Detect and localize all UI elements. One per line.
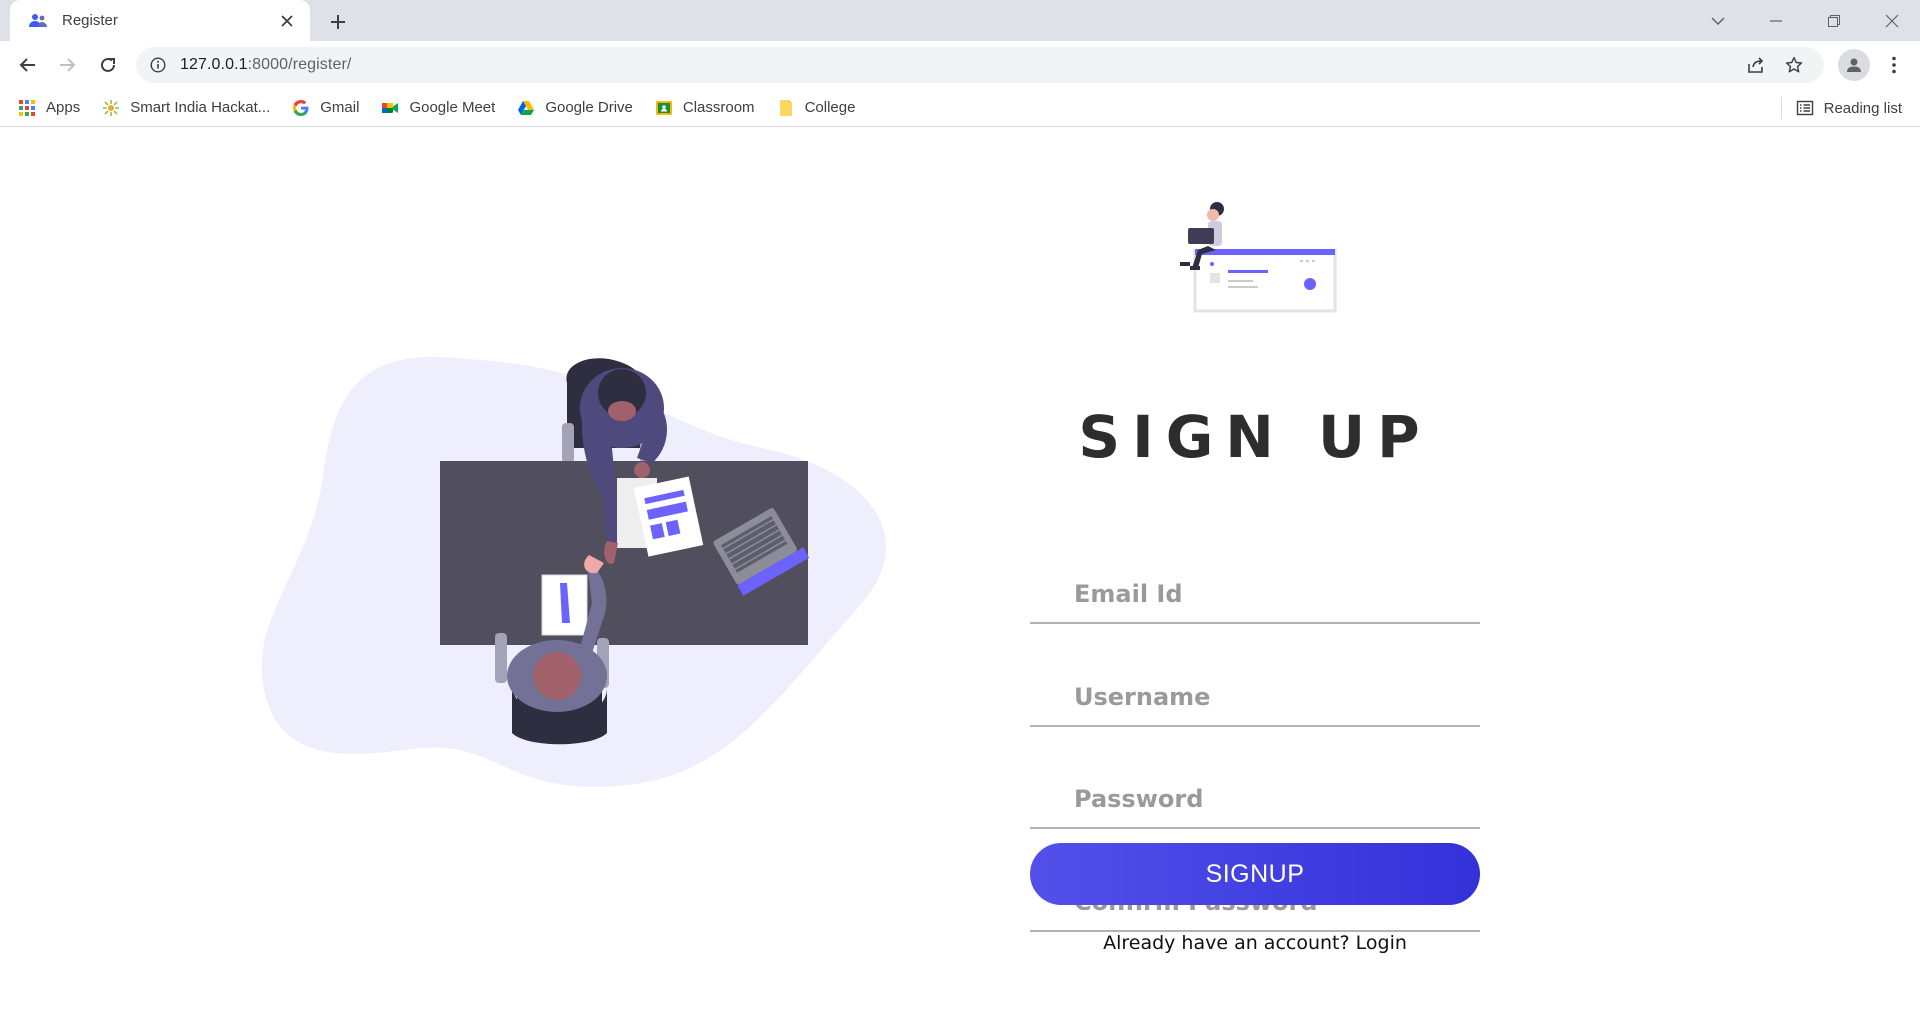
- login-link[interactable]: Login: [1356, 932, 1407, 954]
- address-bar[interactable]: 127.0.0.1:8000/register/: [136, 47, 1824, 83]
- info-icon[interactable]: [150, 57, 166, 73]
- reading-list-label: Reading list: [1823, 99, 1902, 117]
- bookmark-smart-india-hackathon[interactable]: Smart India Hackat...: [102, 99, 270, 117]
- sih-icon: [103, 99, 120, 116]
- url-path: :8000/register/: [247, 56, 352, 73]
- bookmark-label: Smart India Hackat...: [130, 99, 271, 116]
- profile-avatar-icon[interactable]: [1838, 49, 1870, 81]
- bookmark-college[interactable]: College: [777, 99, 856, 117]
- users-icon: [29, 13, 47, 27]
- bookmarks-bar: Apps Smart India Hackat... Gmail Google …: [0, 89, 1920, 127]
- password-input[interactable]: [1030, 771, 1480, 827]
- url-text: 127.0.0.1:8000/register/: [180, 56, 351, 74]
- browser-toolbar: 127.0.0.1:8000/register/: [0, 41, 1920, 89]
- share-icon[interactable]: [1740, 47, 1772, 83]
- reload-icon[interactable]: [92, 49, 124, 81]
- bookmark-label: Classroom: [682, 99, 755, 116]
- classroom-icon: [655, 100, 672, 115]
- username-field: [1030, 669, 1480, 727]
- bookmarks-divider: [1781, 97, 1782, 119]
- star-icon[interactable]: [1778, 47, 1810, 83]
- login-prompt-text: Already have an account?: [1103, 932, 1350, 954]
- close-tab-icon[interactable]: [276, 10, 298, 32]
- login-prompt: Already have an account? Login: [1030, 932, 1480, 954]
- bookmark-label: Gmail: [320, 99, 360, 116]
- bookmark-apps[interactable]: Apps: [18, 99, 80, 117]
- close-window-button[interactable]: [1864, 0, 1920, 41]
- apps-grid-icon: [19, 99, 35, 116]
- working-woman-illustration: [1180, 202, 1337, 313]
- reading-list-button[interactable]: Reading list: [1796, 89, 1902, 127]
- bookmark-label: College: [804, 99, 856, 116]
- folder-icon: [779, 99, 792, 116]
- tab-search-icon[interactable]: [1690, 0, 1746, 41]
- email-field: [1030, 566, 1480, 624]
- google-icon: [293, 99, 309, 116]
- bookmark-gmail[interactable]: Gmail: [292, 99, 359, 117]
- bookmark-google-drive[interactable]: Google Drive: [517, 99, 633, 117]
- bookmark-label: Apps: [46, 99, 81, 116]
- url-host: 127.0.0.1: [180, 56, 248, 73]
- drive-icon: [518, 100, 535, 115]
- forward-arrow-icon[interactable]: [51, 49, 83, 81]
- tab-strip: Register: [0, 0, 1920, 41]
- bookmark-label: Google Meet: [409, 99, 496, 116]
- email-input[interactable]: [1030, 566, 1480, 622]
- page-title: SIGN UP: [1078, 403, 1432, 471]
- bookmark-classroom[interactable]: Classroom: [655, 99, 755, 117]
- username-input[interactable]: [1030, 669, 1480, 725]
- tab-register[interactable]: Register: [10, 0, 310, 41]
- signup-button[interactable]: SIGNUP: [1030, 843, 1480, 905]
- bookmark-google-meet[interactable]: Google Meet: [381, 99, 495, 117]
- bookmark-label: Google Drive: [545, 99, 633, 116]
- register-page: SIGN UP SIGNUP Already have an account? …: [0, 128, 1920, 1012]
- restore-button[interactable]: [1806, 0, 1862, 41]
- minimize-button[interactable]: [1748, 0, 1804, 41]
- reading-list-icon: [1796, 100, 1813, 116]
- back-arrow-icon[interactable]: [12, 49, 44, 81]
- tab-title: Register: [62, 12, 118, 29]
- meet-icon: [382, 102, 399, 113]
- kebab-menu-icon[interactable]: [1878, 49, 1910, 81]
- password-field: [1030, 771, 1480, 829]
- handshake-illustration: [262, 356, 886, 787]
- new-tab-button[interactable]: [324, 8, 352, 36]
